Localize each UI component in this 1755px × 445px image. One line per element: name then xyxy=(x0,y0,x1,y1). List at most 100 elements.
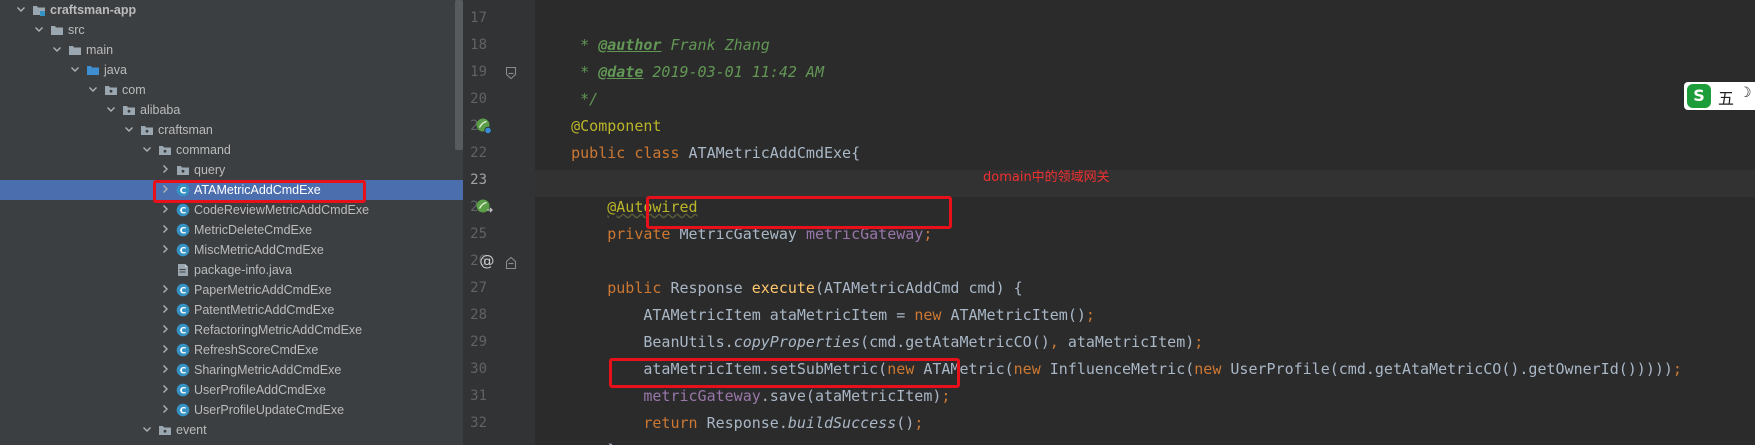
highlight-box-field-declaration xyxy=(646,196,952,229)
line-number[interactable]: 23 xyxy=(465,167,487,194)
chevron-right-icon[interactable] xyxy=(159,383,171,395)
tree-item-src[interactable]: src xyxy=(0,20,463,40)
chevron-right-icon[interactable] xyxy=(159,403,171,415)
bean-gutter-icon[interactable] xyxy=(475,117,493,139)
chevron-down-icon[interactable] xyxy=(141,143,153,155)
tree-item-label: PaperMetricAddCmdExe xyxy=(194,283,332,297)
tree-item-com[interactable]: com xyxy=(0,80,463,100)
tree-item-label: command xyxy=(176,143,231,157)
ime-toolbar[interactable]: S 五 ☽ xyxy=(1684,82,1755,110)
line-number[interactable]: 32 xyxy=(465,410,487,437)
tree-item-event[interactable]: event xyxy=(0,420,463,440)
chevron-right-icon[interactable] xyxy=(159,203,171,215)
tree-item-main[interactable]: main xyxy=(0,40,463,60)
svg-text:C: C xyxy=(180,226,187,236)
chevron-right-icon[interactable] xyxy=(159,303,171,315)
tree-item-query[interactable]: query xyxy=(0,160,463,180)
tree-item-label: PatentMetricAddCmdExe xyxy=(194,303,335,317)
semicolon: ; xyxy=(941,387,951,405)
code-line-29[interactable]: ataMetricItem.setSubMetric(new ATAMetric… xyxy=(535,329,1682,378)
class-icon: C xyxy=(176,403,190,417)
chevron-down-icon[interactable] xyxy=(123,123,135,135)
fold-end-icon[interactable] xyxy=(505,65,517,84)
code-text: UserProfile(cmd.getAtaMetricCO().getOwne… xyxy=(1230,360,1673,378)
code-line-21[interactable]: public class ATAMetricAddCmdExe{ xyxy=(535,113,860,162)
tree-item-refreshscorecmdexe[interactable]: C RefreshScoreCmdExe xyxy=(0,340,463,360)
tree-item-userprofileupdatecmdexe[interactable]: C UserProfileUpdateCmdExe xyxy=(0,400,463,420)
annotation-note: domain中的领域网关 xyxy=(983,170,1110,185)
bean-autowire-gutter-icon[interactable] xyxy=(475,198,495,220)
tree-item-alibaba[interactable]: alibaba xyxy=(0,100,463,120)
chevron-down-icon[interactable] xyxy=(51,43,63,55)
chevron-right-icon[interactable] xyxy=(159,243,171,255)
tree-item-label: query xyxy=(194,163,226,177)
code-line-27[interactable]: ATAMetricItem ataMetricItem = new ATAMet… xyxy=(535,275,1095,324)
class-icon: C xyxy=(176,383,190,397)
chevron-down-icon[interactable] xyxy=(141,423,153,435)
line-number[interactable]: 30 xyxy=(465,356,487,383)
line-number[interactable]: 28 xyxy=(465,302,487,329)
chevron-down-icon[interactable] xyxy=(87,83,99,95)
tree-scrollbar[interactable] xyxy=(455,0,463,150)
chevron-down-icon[interactable] xyxy=(15,3,27,15)
tree-item-userprofileaddcmdexe[interactable]: C UserProfileAddCmdExe xyxy=(0,380,463,400)
editor-gutter[interactable]: 17181920212223242526@272829303132 xyxy=(465,0,535,445)
class-icon: C xyxy=(176,343,190,357)
svg-text:C: C xyxy=(180,246,187,256)
tree-item-craftsman[interactable]: craftsman xyxy=(0,120,463,140)
tree-item-miscmetricaddcmdexe[interactable]: C MiscMetricAddCmdExe xyxy=(0,240,463,260)
chevron-down-icon[interactable] xyxy=(33,23,45,35)
line-number[interactable]: 19 xyxy=(465,59,487,86)
line-number[interactable]: 17 xyxy=(465,5,487,32)
tree-item-package-info-java[interactable]: package-info.java xyxy=(0,260,463,280)
chevron-right-icon[interactable] xyxy=(159,343,171,355)
tree-item-refactoringmetricaddcmdexe[interactable]: C RefactoringMetricAddCmdExe xyxy=(0,320,463,340)
package-icon xyxy=(140,123,154,137)
chevron-right-icon[interactable] xyxy=(159,163,171,175)
line-number[interactable]: 18 xyxy=(465,32,487,59)
tree-item-command[interactable]: command xyxy=(0,140,463,160)
tree-item-codereviewmetricaddcmdexe[interactable]: C CodeReviewMetricAddCmdExe xyxy=(0,200,463,220)
line-number[interactable]: 27 xyxy=(465,275,487,302)
tree-item-craftsman-app[interactable]: craftsman-app xyxy=(0,0,463,20)
chevron-down-icon[interactable] xyxy=(105,103,117,115)
code-line-19[interactable]: */ xyxy=(535,59,598,108)
closing-brace: } xyxy=(571,441,616,445)
override-at-icon[interactable]: @ xyxy=(479,252,495,273)
tree-item-papermetricaddcmdexe[interactable]: C PaperMetricAddCmdExe xyxy=(0,280,463,300)
sogou-logo-icon[interactable]: S xyxy=(1687,84,1711,108)
code-line-26[interactable]: public Response execute(ATAMetricAddCmd … xyxy=(535,248,1022,297)
tree-item-sharingmetricaddcmdexe[interactable]: C SharingMetricAddCmdExe xyxy=(0,360,463,380)
tree-item-label: MiscMetricAddCmdExe xyxy=(194,243,324,257)
tree-item-label: RefreshScoreCmdExe xyxy=(194,343,319,357)
code-line-28[interactable]: BeanUtils.copyProperties(cmd.getAtaMetri… xyxy=(535,302,1203,351)
code-line-20[interactable]: @Component xyxy=(535,86,661,135)
chevron-right-icon[interactable] xyxy=(159,363,171,375)
line-number[interactable]: 31 xyxy=(465,383,487,410)
chevron-right-icon[interactable] xyxy=(159,323,171,335)
code-line-17[interactable]: * @author Frank Zhang xyxy=(535,5,770,54)
line-number[interactable]: 20 xyxy=(465,86,487,113)
chevron-right-icon[interactable] xyxy=(159,223,171,235)
tree-item-patentmetricaddcmdexe[interactable]: C PatentMetricAddCmdExe xyxy=(0,300,463,320)
line-number[interactable]: 22 xyxy=(465,140,487,167)
line-number[interactable]: 25 xyxy=(465,221,487,248)
java-file-icon xyxy=(176,263,190,277)
highlight-box-save-call xyxy=(609,358,960,388)
moon-icon[interactable]: ☽ xyxy=(1739,85,1752,101)
code-line-23[interactable]: @Autowired xyxy=(535,167,697,216)
code-line-18[interactable]: * @date 2019-03-01 11:42 AM xyxy=(535,32,824,81)
line-number[interactable]: 29 xyxy=(465,329,487,356)
tree-item-java[interactable]: java xyxy=(0,60,463,80)
chevron-right-icon[interactable] xyxy=(159,283,171,295)
tree-item-metricdeletecmdexe[interactable]: C MetricDeleteCmdExe xyxy=(0,220,463,240)
project-tree-panel[interactable]: craftsman-app src main java com alibaba crafts… xyxy=(0,0,463,445)
code-line-32[interactable]: } xyxy=(535,410,616,445)
ime-mode-wubi[interactable]: 五 xyxy=(1718,85,1734,109)
chevron-down-icon[interactable] xyxy=(69,63,81,75)
fold-start-icon[interactable] xyxy=(505,255,517,274)
doc-comment-text: 2019-03-01 11:42 AM xyxy=(643,63,824,81)
class-icon: C xyxy=(176,223,190,237)
folder-icon xyxy=(50,23,64,37)
